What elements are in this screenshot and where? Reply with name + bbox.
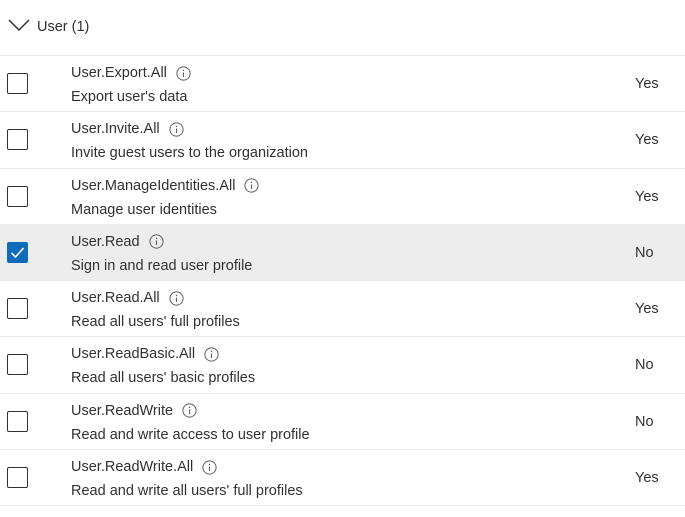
permission-row[interactable]: User.Read Sign in and read user profile No bbox=[0, 224, 685, 282]
info-icon[interactable] bbox=[176, 65, 191, 81]
permission-name-text: User.Export.All bbox=[71, 65, 167, 81]
permission-row[interactable]: User.Export.All Export user's data Yes bbox=[0, 56, 685, 113]
permission-checkbox[interactable] bbox=[7, 467, 28, 489]
permission-name: User.ReadWrite bbox=[71, 403, 197, 419]
info-icon[interactable] bbox=[169, 122, 184, 137]
admin-consent-value: No bbox=[635, 413, 654, 430]
permission-name-text: User.ReadWrite.All bbox=[71, 459, 194, 476]
permission-name-text: User.ReadWrite bbox=[71, 402, 174, 419]
permission-row[interactable]: User.Invite.All Invite guest users to the… bbox=[0, 112, 685, 169]
permission-checkbox[interactable] bbox=[7, 73, 28, 94]
permission-description: Invite guest users to the organization bbox=[71, 145, 308, 162]
permission-name-text: User.ReadBasic.All bbox=[71, 346, 196, 363]
permission-name: User.Read.All bbox=[71, 290, 184, 306]
permission-checkbox[interactable] bbox=[7, 298, 28, 320]
permission-row[interactable]: User.ReadBasic.All Read all users' basic … bbox=[0, 337, 685, 394]
admin-consent-value: Yes bbox=[635, 301, 659, 318]
permission-description: Export user's data bbox=[71, 89, 188, 105]
permission-name-text: User.ManageIdentities.All bbox=[71, 177, 236, 194]
permission-name-text: User.Read.All bbox=[71, 290, 160, 307]
permission-description: Sign in and read user profile bbox=[71, 257, 253, 274]
permission-list: User.Export.All Export user's data Yes User… bbox=[0, 56, 685, 507]
info-icon[interactable] bbox=[148, 234, 164, 249]
group-label: User (1) bbox=[37, 19, 90, 35]
permission-checkbox[interactable] bbox=[7, 354, 28, 376]
permission-name-text: User.Read bbox=[71, 233, 140, 250]
permission-row[interactable]: User.ManageIdentities.All Manage user ide… bbox=[0, 168, 685, 225]
chevron-down-icon bbox=[8, 19, 30, 32]
info-icon[interactable] bbox=[182, 403, 197, 418]
permission-description: Read and write all users' full profiles bbox=[71, 483, 303, 500]
admin-consent-value: Yes bbox=[635, 132, 659, 149]
permission-row[interactable]: User.ReadWrite Read and write access to u… bbox=[0, 393, 685, 451]
permission-description: Manage user identities bbox=[71, 201, 217, 218]
permission-row[interactable]: User.ReadWrite.All Read and write all use… bbox=[0, 450, 685, 507]
permission-name: User.ReadWrite.All bbox=[71, 459, 217, 475]
permission-name: User.ManageIdentities.All bbox=[71, 177, 260, 194]
admin-consent-value: No bbox=[635, 244, 654, 261]
info-icon[interactable] bbox=[202, 459, 217, 475]
permission-checkbox[interactable] bbox=[7, 241, 28, 263]
permission-description: Read all users' basic profiles bbox=[71, 370, 256, 387]
info-icon[interactable] bbox=[244, 178, 260, 193]
permission-name: User.ReadBasic.All bbox=[71, 346, 219, 362]
permission-name: User.Read bbox=[71, 234, 164, 250]
permission-description: Read all users' full profiles bbox=[71, 314, 240, 331]
permission-checkbox[interactable] bbox=[7, 129, 28, 151]
admin-consent-value: Yes bbox=[635, 470, 659, 487]
permission-checkbox[interactable] bbox=[7, 410, 28, 432]
permission-name: User.Export.All bbox=[71, 65, 191, 81]
permission-name: User.Invite.All bbox=[71, 121, 184, 137]
admin-consent-value: Yes bbox=[635, 188, 659, 205]
group-header-user[interactable]: User (1) bbox=[0, 0, 685, 56]
permission-description: Read and write access to user profile bbox=[71, 426, 310, 443]
permission-checkbox[interactable] bbox=[7, 185, 28, 207]
permission-row[interactable]: User.Read.All Read all users' full profil… bbox=[0, 281, 685, 338]
admin-consent-value: No bbox=[635, 357, 654, 374]
permission-name-text: User.Invite.All bbox=[71, 121, 160, 138]
info-icon[interactable] bbox=[204, 347, 219, 362]
admin-consent-value: Yes bbox=[635, 76, 659, 92]
checkmark-icon bbox=[10, 247, 25, 259]
info-icon[interactable] bbox=[169, 291, 184, 306]
